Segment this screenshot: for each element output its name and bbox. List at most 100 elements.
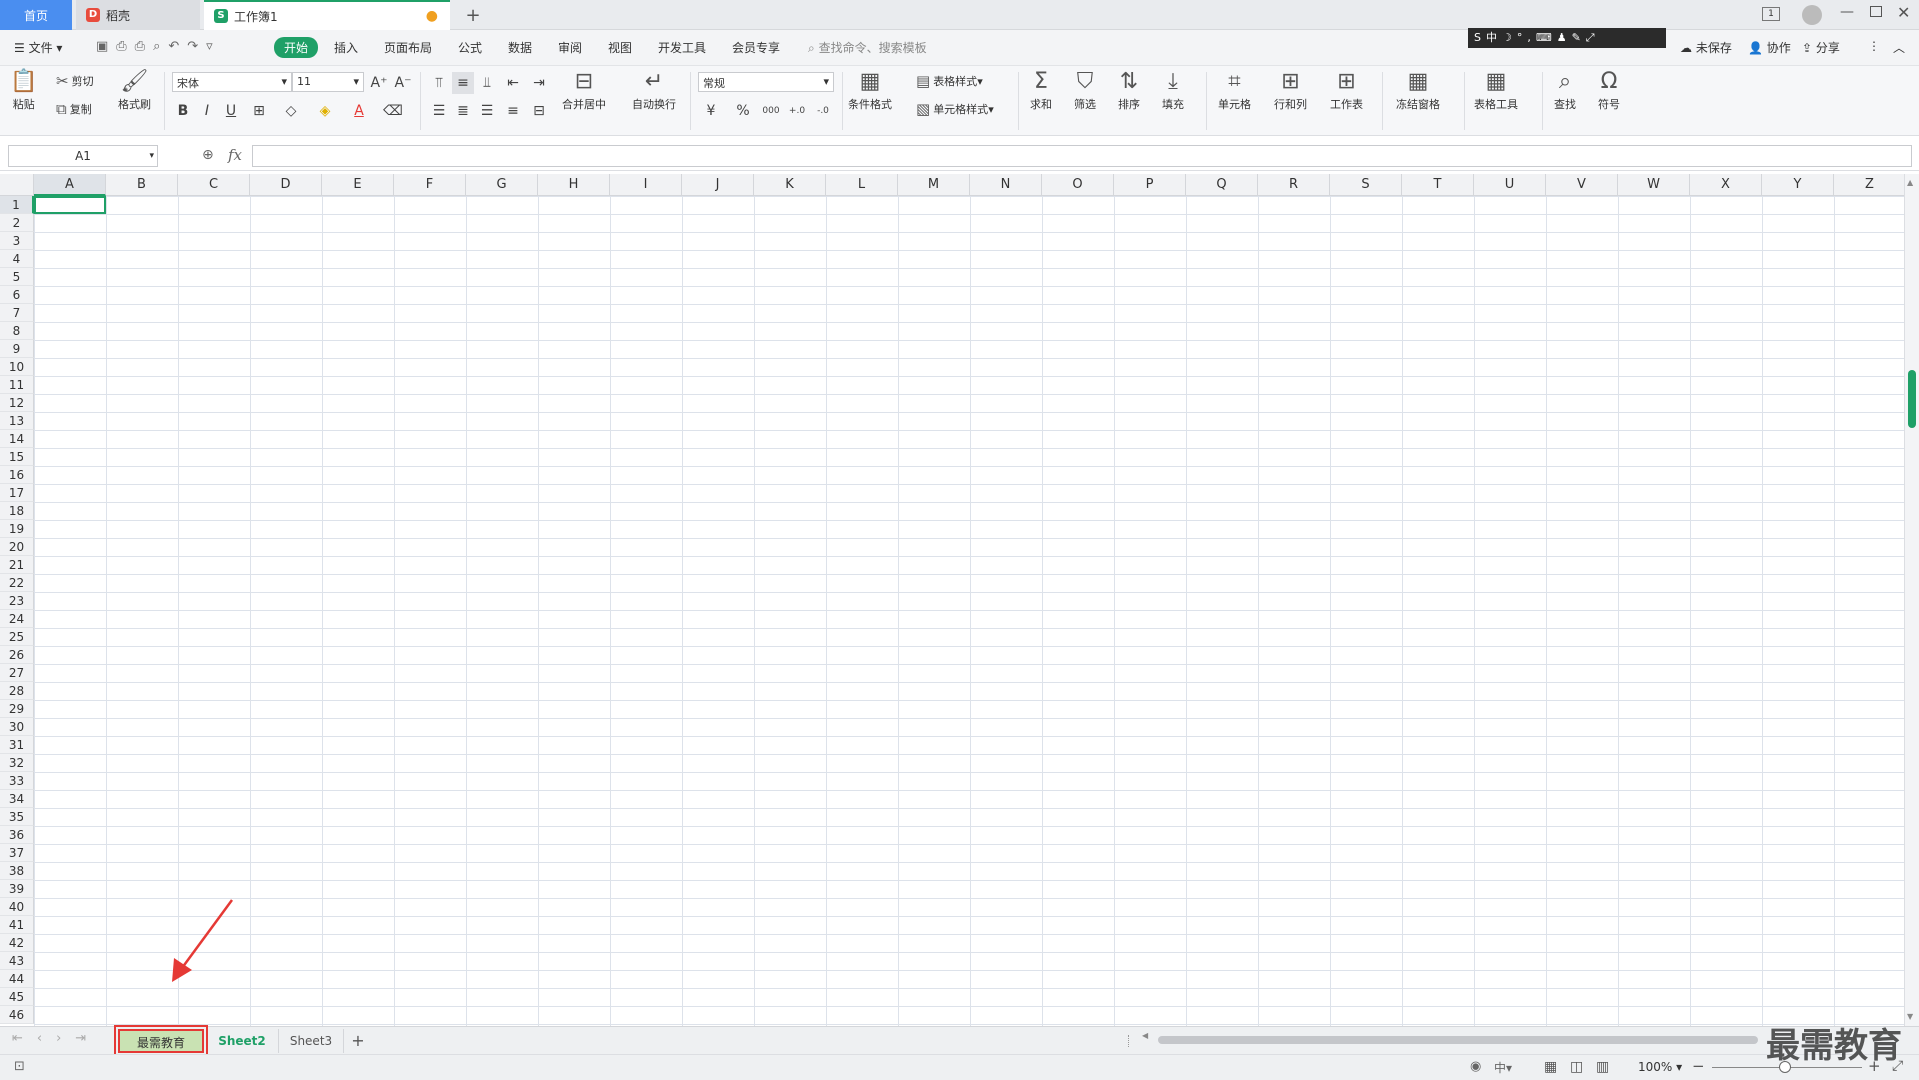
bold-icon[interactable]: B [172,100,194,122]
row-header[interactable]: 19 [0,520,34,538]
align-middle-icon[interactable]: ≡ [452,72,474,94]
indent-increase-icon[interactable]: ⇥ [528,72,550,94]
fill-button[interactable]: ⤓ 填充 [1162,70,1184,112]
worksheet-button[interactable]: ⊞ 工作表 [1330,70,1363,112]
select-all-corner[interactable] [0,174,34,196]
column-header[interactable]: B [106,174,178,196]
column-header[interactable]: P [1114,174,1186,196]
number-format-select[interactable]: 常规 ▾ [698,72,834,92]
column-header[interactable]: M [898,174,970,196]
command-search[interactable]: ⌕ 查找命令、搜索模板 [808,39,927,56]
page-break-view-icon[interactable]: ▥ [1596,1059,1609,1075]
menu-item-developer[interactable]: 开发工具 [658,39,706,56]
scroll-left-icon[interactable]: ◀ [1142,1031,1148,1040]
name-box[interactable]: A1 ▾ [8,145,158,167]
row-header[interactable]: 46 [0,1006,34,1024]
menu-item-data[interactable]: 数据 [508,39,532,56]
sum-button[interactable]: Σ 求和 [1030,70,1052,112]
eye-protection-icon[interactable]: ◉ [1470,1059,1481,1074]
fx-icon[interactable]: fx [228,146,242,164]
row-header[interactable]: 35 [0,808,34,826]
menu-item-insert[interactable]: 插入 [334,39,358,56]
format-painter-button[interactable]: 🖌 格式刷 [118,70,151,112]
font-color-icon[interactable]: A [348,100,370,122]
row-header[interactable]: 39 [0,880,34,898]
row-header[interactable]: 10 [0,358,34,376]
column-header[interactable]: J [682,174,754,196]
row-header[interactable]: 45 [0,988,34,1006]
row-header[interactable]: 33 [0,772,34,790]
column-header[interactable]: F [394,174,466,196]
row-header[interactable]: 9 [0,340,34,358]
column-header[interactable]: Q [1186,174,1258,196]
column-header[interactable]: E [322,174,394,196]
symbol-button[interactable]: Ω 符号 [1598,70,1620,112]
row-header[interactable]: 37 [0,844,34,862]
menu-item-page-layout[interactable]: 页面布局 [384,39,432,56]
row-header[interactable]: 3 [0,232,34,250]
tab-workbook[interactable]: S 工作簿1 ● [204,0,450,30]
row-header[interactable]: 43 [0,952,34,970]
table-style-button[interactable]: ▤ 表格样式 ▾ [916,72,983,90]
column-header[interactable]: X [1690,174,1762,196]
row-header[interactable]: 32 [0,754,34,772]
unsaved-button[interactable]: ☁ 未保存 [1680,39,1732,56]
row-header[interactable]: 17 [0,484,34,502]
clear-icon[interactable]: ⌫ [382,100,404,122]
formula-input[interactable] [252,145,1912,167]
tab-docer[interactable]: D 稻壳 [76,0,200,30]
cell-style-button[interactable]: ▧ 单元格样式 ▾ [916,100,994,118]
zoom-out-icon[interactable]: − [1692,1057,1705,1075]
currency-icon[interactable]: ¥ [700,100,722,122]
justify-icon[interactable]: ≡ [502,100,524,122]
restore-icon[interactable] [1870,6,1882,17]
window-layout-icon[interactable]: 1 [1762,7,1780,21]
horizontal-scroll-thumb[interactable] [1158,1036,1758,1044]
table-tools-button[interactable]: ▦ 表格工具 [1474,70,1518,112]
row-header[interactable]: 31 [0,736,34,754]
decimal-decrease-icon[interactable]: -.0 [810,100,836,122]
find-button[interactable]: ⌕ 查找 [1554,70,1576,112]
distribute-icon[interactable]: ⊟ [528,100,550,122]
sheet-tab-3[interactable]: Sheet3 [278,1029,344,1053]
menu-item-home[interactable]: 开始 [274,37,319,58]
paste-button[interactable]: 📋 粘贴 [10,70,37,112]
fill-color-icon[interactable]: ◈ [314,100,336,122]
italic-icon[interactable]: I [196,100,218,122]
row-header[interactable]: 18 [0,502,34,520]
row-header[interactable]: 13 [0,412,34,430]
row-header[interactable]: 26 [0,646,34,664]
tab-home[interactable]: 首页 [0,0,72,30]
column-header[interactable]: Z [1834,174,1904,196]
row-header[interactable]: 36 [0,826,34,844]
row-header[interactable]: 29 [0,700,34,718]
row-header[interactable]: 4 [0,250,34,268]
wrap-text-button[interactable]: ↵ 自动换行 [632,70,676,112]
row-header[interactable]: 12 [0,394,34,412]
font-size-select[interactable]: 11 ▾ [292,72,364,92]
indent-decrease-icon[interactable]: ⇤ [502,72,524,94]
sheet-tab-2[interactable]: Sheet2 [210,1029,274,1053]
scroll-down-icon[interactable]: ▼ [1907,1012,1913,1021]
row-header[interactable]: 28 [0,682,34,700]
increase-font-icon[interactable]: A⁺ [368,72,390,94]
share-button[interactable]: ⇪ 分享 [1802,39,1840,56]
row-header[interactable]: 16 [0,466,34,484]
row-header[interactable]: 42 [0,934,34,952]
column-header[interactable]: O [1042,174,1114,196]
user-avatar[interactable] [1802,5,1822,25]
font-name-select[interactable]: 宋体 ▾ [172,72,292,92]
menu-item-view[interactable]: 视图 [608,39,632,56]
underline-icon[interactable]: U [220,100,242,122]
column-header[interactable]: L [826,174,898,196]
macro-record-icon[interactable]: ⊡ [14,1059,25,1074]
zoom-formula-icon[interactable]: ⊕ [202,147,214,163]
align-center-icon[interactable]: ≣ [452,100,474,122]
menu-item-review[interactable]: 审阅 [558,39,582,56]
row-header[interactable]: 44 [0,970,34,988]
row-header[interactable]: 24 [0,610,34,628]
menu-item-member[interactable]: 会员专享 [732,39,780,56]
collapse-ribbon-icon[interactable]: ︿ [1893,39,1905,56]
spreadsheet-grid[interactable]: ABCDEFGHIJKLMNOPQRSTUVWXYZ 1 2 3 4 5 6 7 8 9 10 11… [0,174,1904,1026]
active-cell-a1[interactable] [34,196,106,214]
